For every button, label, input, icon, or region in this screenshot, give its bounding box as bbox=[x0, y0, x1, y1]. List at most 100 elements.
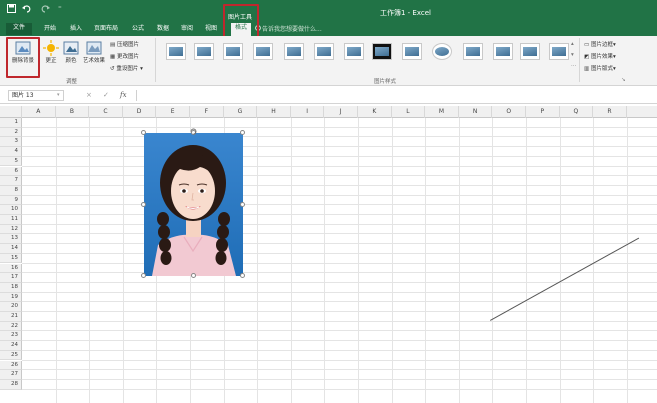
resize-handle-bottom-left[interactable] bbox=[141, 273, 146, 278]
row-header[interactable]: 11 bbox=[0, 215, 22, 225]
row-header[interactable]: 20 bbox=[0, 302, 22, 312]
column-header[interactable]: J bbox=[324, 106, 358, 118]
picture-style-thumbnail[interactable] bbox=[284, 43, 304, 60]
row-header[interactable]: 8 bbox=[0, 185, 22, 196]
row-header[interactable]: 18 bbox=[0, 282, 22, 293]
row-header[interactable]: 27 bbox=[0, 370, 22, 380]
picture-effects-button[interactable]: ◩ 图片效果▾ bbox=[584, 52, 616, 60]
resize-handle-top-left[interactable] bbox=[141, 130, 146, 135]
column-header[interactable]: H bbox=[257, 106, 291, 118]
row-header[interactable]: 14 bbox=[0, 244, 22, 254]
gallery-scroll-up-icon[interactable]: ▴ bbox=[571, 41, 574, 47]
picture-style-thumbnail[interactable] bbox=[520, 43, 540, 60]
column-header[interactable]: A bbox=[22, 106, 56, 118]
column-header[interactable]: F bbox=[190, 106, 224, 118]
resize-handle-bottom-right[interactable] bbox=[240, 273, 245, 278]
row-header[interactable]: 5 bbox=[0, 156, 22, 167]
undo-icon[interactable] bbox=[22, 4, 32, 16]
picture-style-thumbnail[interactable] bbox=[432, 43, 452, 60]
change-picture-button[interactable]: ▦ 更改图片 bbox=[110, 52, 139, 60]
tab-formulas[interactable]: 公式 bbox=[132, 24, 144, 34]
row-header[interactable]: 7 bbox=[0, 176, 22, 186]
row-header[interactable]: 24 bbox=[0, 341, 22, 351]
row-header[interactable]: 2 bbox=[0, 127, 22, 138]
artistic-effects-button[interactable]: 艺术效果 bbox=[80, 40, 108, 64]
row-header[interactable]: 1 bbox=[0, 118, 22, 128]
picture-border-button[interactable]: ▭ 图片边框▾ bbox=[584, 40, 616, 48]
row-header[interactable]: 23 bbox=[0, 331, 22, 342]
column-header[interactable]: I bbox=[291, 106, 325, 118]
column-header[interactable]: Q bbox=[560, 106, 594, 118]
picture-style-thumbnail[interactable] bbox=[253, 43, 273, 60]
picture-style-thumbnail[interactable] bbox=[402, 43, 422, 60]
dropdown-icon[interactable]: ⁼ bbox=[58, 4, 62, 14]
tab-insert[interactable]: 插入 bbox=[70, 24, 82, 34]
picture-style-thumbnail[interactable] bbox=[344, 43, 364, 60]
tab-file[interactable]: 文件 bbox=[6, 23, 32, 35]
row-header[interactable]: 25 bbox=[0, 350, 22, 361]
row-header[interactable]: 3 bbox=[0, 137, 22, 148]
row-header[interactable]: 28 bbox=[0, 379, 22, 390]
resize-handle-right[interactable] bbox=[240, 202, 245, 207]
column-header[interactable]: N bbox=[459, 106, 493, 118]
row-header[interactable]: 13 bbox=[0, 234, 22, 245]
row-header[interactable]: 19 bbox=[0, 292, 22, 303]
tab-data[interactable]: 数据 bbox=[157, 24, 169, 34]
picture-style-thumbnail[interactable] bbox=[314, 43, 334, 60]
column-header[interactable]: G bbox=[224, 106, 258, 118]
name-box-dropdown-icon[interactable]: ▾ bbox=[57, 92, 60, 98]
row-header[interactable]: 6 bbox=[0, 166, 22, 177]
row-header[interactable]: 16 bbox=[0, 263, 22, 274]
formula-input[interactable] bbox=[136, 90, 651, 101]
row-header[interactable]: 15 bbox=[0, 253, 22, 264]
resize-handle-bottom[interactable] bbox=[191, 273, 196, 278]
tab-view[interactable]: 视图 bbox=[205, 24, 217, 34]
column-header[interactable]: D bbox=[123, 106, 157, 118]
column-header[interactable]: C bbox=[89, 106, 123, 118]
corrections-button[interactable]: 更正 bbox=[42, 40, 60, 64]
row-header[interactable]: 22 bbox=[0, 321, 22, 332]
column-header[interactable]: P bbox=[526, 106, 560, 118]
picture-style-thumbnail[interactable] bbox=[493, 43, 513, 60]
tab-review[interactable]: 审阅 bbox=[181, 24, 193, 34]
tab-page-layout[interactable]: 页面布局 bbox=[94, 24, 118, 34]
picture-style-thumbnail[interactable] bbox=[463, 43, 483, 60]
row-header[interactable]: 9 bbox=[0, 195, 22, 206]
portrait-photo[interactable] bbox=[144, 133, 243, 276]
column-header[interactable]: B bbox=[56, 106, 90, 118]
picture-style-thumbnail[interactable] bbox=[372, 43, 392, 60]
redo-icon[interactable] bbox=[40, 4, 50, 16]
picture-style-thumbnail[interactable] bbox=[549, 43, 569, 60]
tab-home[interactable]: 开始 bbox=[44, 24, 56, 34]
row-header[interactable]: 21 bbox=[0, 312, 22, 322]
column-header[interactable]: E bbox=[156, 106, 190, 118]
enter-icon[interactable]: ✓ bbox=[103, 91, 109, 99]
save-icon[interactable] bbox=[7, 4, 16, 16]
resize-handle-top-right[interactable] bbox=[240, 130, 245, 135]
column-header[interactable]: L bbox=[392, 106, 426, 118]
picture-style-thumbnail[interactable] bbox=[166, 43, 186, 60]
cancel-icon[interactable]: × bbox=[86, 91, 92, 99]
reset-picture-button[interactable]: ↺ 重设图片 ▾ bbox=[110, 64, 143, 72]
resize-handle-left[interactable] bbox=[141, 202, 146, 207]
gallery-scroll-down-icon[interactable]: ▾ bbox=[571, 52, 574, 58]
column-header[interactable]: O bbox=[492, 106, 526, 118]
name-box[interactable]: 图片 13 bbox=[8, 90, 64, 101]
row-header[interactable]: 4 bbox=[0, 147, 22, 157]
tell-me-search[interactable]: 告诉我您想要做什么... bbox=[262, 24, 322, 33]
column-header[interactable]: R bbox=[593, 106, 627, 118]
row-header[interactable]: 26 bbox=[0, 360, 22, 371]
picture-layout-button[interactable]: ▥ 图片版式▾ bbox=[584, 64, 616, 72]
insert-function-icon[interactable]: fx bbox=[120, 91, 127, 99]
select-all-corner[interactable] bbox=[0, 106, 22, 118]
picture-style-thumbnail[interactable] bbox=[223, 43, 243, 60]
gallery-more-icon[interactable]: ⋯ bbox=[571, 63, 577, 69]
row-header[interactable]: 17 bbox=[0, 273, 22, 283]
picture-style-thumbnail[interactable] bbox=[194, 43, 214, 60]
compress-pictures-button[interactable]: ▤ 压缩图片 bbox=[110, 40, 139, 48]
rotate-handle-icon[interactable] bbox=[190, 120, 197, 135]
row-header[interactable]: 12 bbox=[0, 224, 22, 235]
color-button[interactable]: 颜色 bbox=[62, 40, 80, 64]
row-header[interactable]: 10 bbox=[0, 205, 22, 215]
dialog-launcher-icon[interactable]: ↘ bbox=[621, 77, 626, 83]
